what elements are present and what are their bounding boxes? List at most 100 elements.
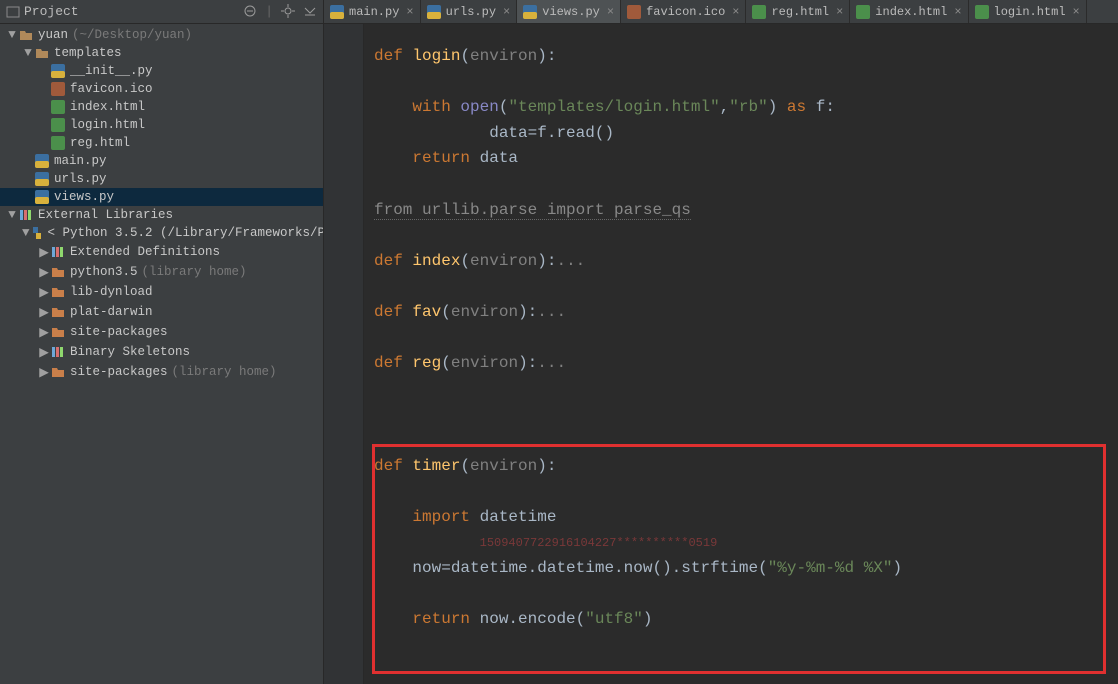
tree-item-favicon-ico[interactable]: favicon.ico <box>0 80 323 98</box>
tree-toggle-icon[interactable]: ▼ <box>22 46 34 60</box>
tree-node-label: login.html <box>70 118 145 132</box>
tree-node-label: lib-dynload <box>70 285 153 299</box>
file-icon <box>627 5 641 19</box>
tree-toggle-icon[interactable]: ▶ <box>38 284 50 300</box>
tree-node-icon <box>34 46 50 60</box>
close-icon[interactable]: × <box>607 5 614 19</box>
tree-item-site-packages[interactable]: ▶ site-packages (library home) <box>0 362 323 382</box>
tab-views-py[interactable]: views.py × <box>517 0 621 23</box>
hide-icon[interactable] <box>303 4 317 19</box>
top-bar: Project | main.py×urls.py×views.py×favic… <box>0 0 1118 24</box>
tab-label: main.py <box>349 5 399 19</box>
tree-node-label: < Python 3.5.2 (/Library/Frameworks/Pyth <box>48 226 324 240</box>
tree-node-label: External Libraries <box>38 208 173 222</box>
tree-item-binary-skeletons[interactable]: ▶ Binary Skeletons <box>0 342 323 362</box>
tree-node-icon <box>50 64 66 78</box>
tree-toggle-icon[interactable]: ▶ <box>38 344 50 360</box>
tree-toggle-icon[interactable]: ▶ <box>38 324 50 340</box>
tree-node-icon <box>50 265 66 279</box>
file-icon <box>330 5 344 19</box>
file-icon <box>856 5 870 19</box>
tree-node-label: Binary Skeletons <box>70 345 190 359</box>
tab-urls-py[interactable]: urls.py × <box>421 0 518 23</box>
tree-toggle-icon[interactable]: ▶ <box>38 304 50 320</box>
code-content: def login(environ): with open("templates… <box>374 44 1108 633</box>
tree-toggle-icon[interactable]: ▶ <box>38 364 50 380</box>
tree-node-label: site-packages <box>70 365 168 379</box>
tree-item-lib-dynload[interactable]: ▶ lib-dynload <box>0 282 323 302</box>
tree-node-label: urls.py <box>54 172 107 186</box>
tree-item-plat-darwin[interactable]: ▶ plat-darwin <box>0 302 323 322</box>
tree-item--python-3-5-2-library-frameworks-pyth[interactable]: ▼ < Python 3.5.2 (/Library/Frameworks/Pyt… <box>0 224 323 242</box>
close-icon[interactable]: × <box>503 5 510 19</box>
tree-node-suffix: (library home) <box>142 265 247 279</box>
tree-node-label: reg.html <box>70 136 130 150</box>
divider: | <box>265 4 273 19</box>
tree-item-reg-html[interactable]: reg.html <box>0 134 323 152</box>
tree-item-site-packages[interactable]: ▶ site-packages <box>0 322 323 342</box>
close-icon[interactable]: × <box>1073 5 1080 19</box>
tab-label: urls.py <box>446 5 496 19</box>
tree-node-label: yuan <box>38 28 68 42</box>
tree-node-icon <box>50 285 66 299</box>
file-icon <box>427 5 441 19</box>
tab-login-html[interactable]: login.html× <box>969 0 1087 23</box>
tree-toggle-icon[interactable]: ▶ <box>38 264 50 280</box>
tree-item-urls-py[interactable]: urls.py <box>0 170 323 188</box>
tree-item-login-html[interactable]: login.html <box>0 116 323 134</box>
tree-node-icon <box>34 154 50 168</box>
tree-node-label: plat-darwin <box>70 305 153 319</box>
tree-node-icon <box>18 28 34 42</box>
close-icon[interactable]: × <box>732 5 739 19</box>
tree-node-icon <box>50 100 66 114</box>
tree-toggle-icon[interactable]: ▼ <box>22 226 30 240</box>
tree-node-icon <box>18 208 34 222</box>
tree-item-yuan[interactable]: ▼ yuan (~/Desktop/yuan) <box>0 26 323 44</box>
tree-node-label: index.html <box>70 100 145 114</box>
close-icon[interactable]: × <box>954 5 961 19</box>
tree-item--init-py[interactable]: __init__.py <box>0 62 323 80</box>
tree-node-label: main.py <box>54 154 107 168</box>
tree-node-suffix: (~/Desktop/yuan) <box>72 28 192 42</box>
collapse-icon[interactable] <box>243 4 257 19</box>
tab-label: reg.html <box>771 5 829 19</box>
project-tree: ▼ yuan (~/Desktop/yuan) ▼ templates __init__.… <box>0 24 324 684</box>
tab-label: views.py <box>542 5 600 19</box>
tree-node-label: site-packages <box>70 325 168 339</box>
editor-gutter <box>324 24 364 684</box>
tab-index-html[interactable]: index.html × <box>850 0 968 23</box>
gear-icon[interactable] <box>281 4 295 19</box>
code-editor[interactable]: def login(environ): with open("templates… <box>364 24 1118 684</box>
project-title: Project <box>24 4 79 19</box>
tree-item-views-py[interactable]: views.py <box>0 188 323 206</box>
tree-node-label: __init__.py <box>70 64 153 78</box>
tree-toggle-icon[interactable]: ▶ <box>38 244 50 260</box>
tree-item-main-py[interactable]: main.py <box>0 152 323 170</box>
tab-label: index.html <box>875 5 947 19</box>
tree-node-icon <box>50 82 66 96</box>
tree-toggle-icon[interactable]: ▼ <box>6 208 18 222</box>
tree-node-icon <box>50 365 66 379</box>
tab-main-py[interactable]: main.py × <box>324 0 421 23</box>
tree-item-external-libraries[interactable]: ▼ External Libraries <box>0 206 323 224</box>
project-panel-header: Project | <box>0 0 324 23</box>
tree-node-suffix: (library home) <box>172 365 277 379</box>
tree-node-label: templates <box>54 46 122 60</box>
tree-item-templates[interactable]: ▼ templates <box>0 44 323 62</box>
tree-node-icon <box>50 245 66 259</box>
tree-node-label: python3.5 <box>70 265 138 279</box>
tree-node-icon <box>50 325 66 339</box>
tree-item-python3-5[interactable]: ▶ python3.5 (library home) <box>0 262 323 282</box>
tab-favicon-ico[interactable]: favicon.ico× <box>621 0 746 23</box>
file-icon <box>752 5 766 19</box>
editor-tabs: main.py×urls.py×views.py×favicon.ico×reg… <box>324 0 1118 23</box>
tree-item-extended-definitions[interactable]: ▶Extended Definitions <box>0 242 323 262</box>
close-icon[interactable]: × <box>836 5 843 19</box>
close-icon[interactable]: × <box>406 5 413 19</box>
tree-node-icon <box>34 190 50 204</box>
tab-reg-html[interactable]: reg.html × <box>746 0 850 23</box>
tree-node-icon <box>34 172 50 186</box>
tree-item-index-html[interactable]: index.html <box>0 98 323 116</box>
tree-toggle-icon[interactable]: ▼ <box>6 28 18 42</box>
tree-node-icon <box>30 226 44 240</box>
